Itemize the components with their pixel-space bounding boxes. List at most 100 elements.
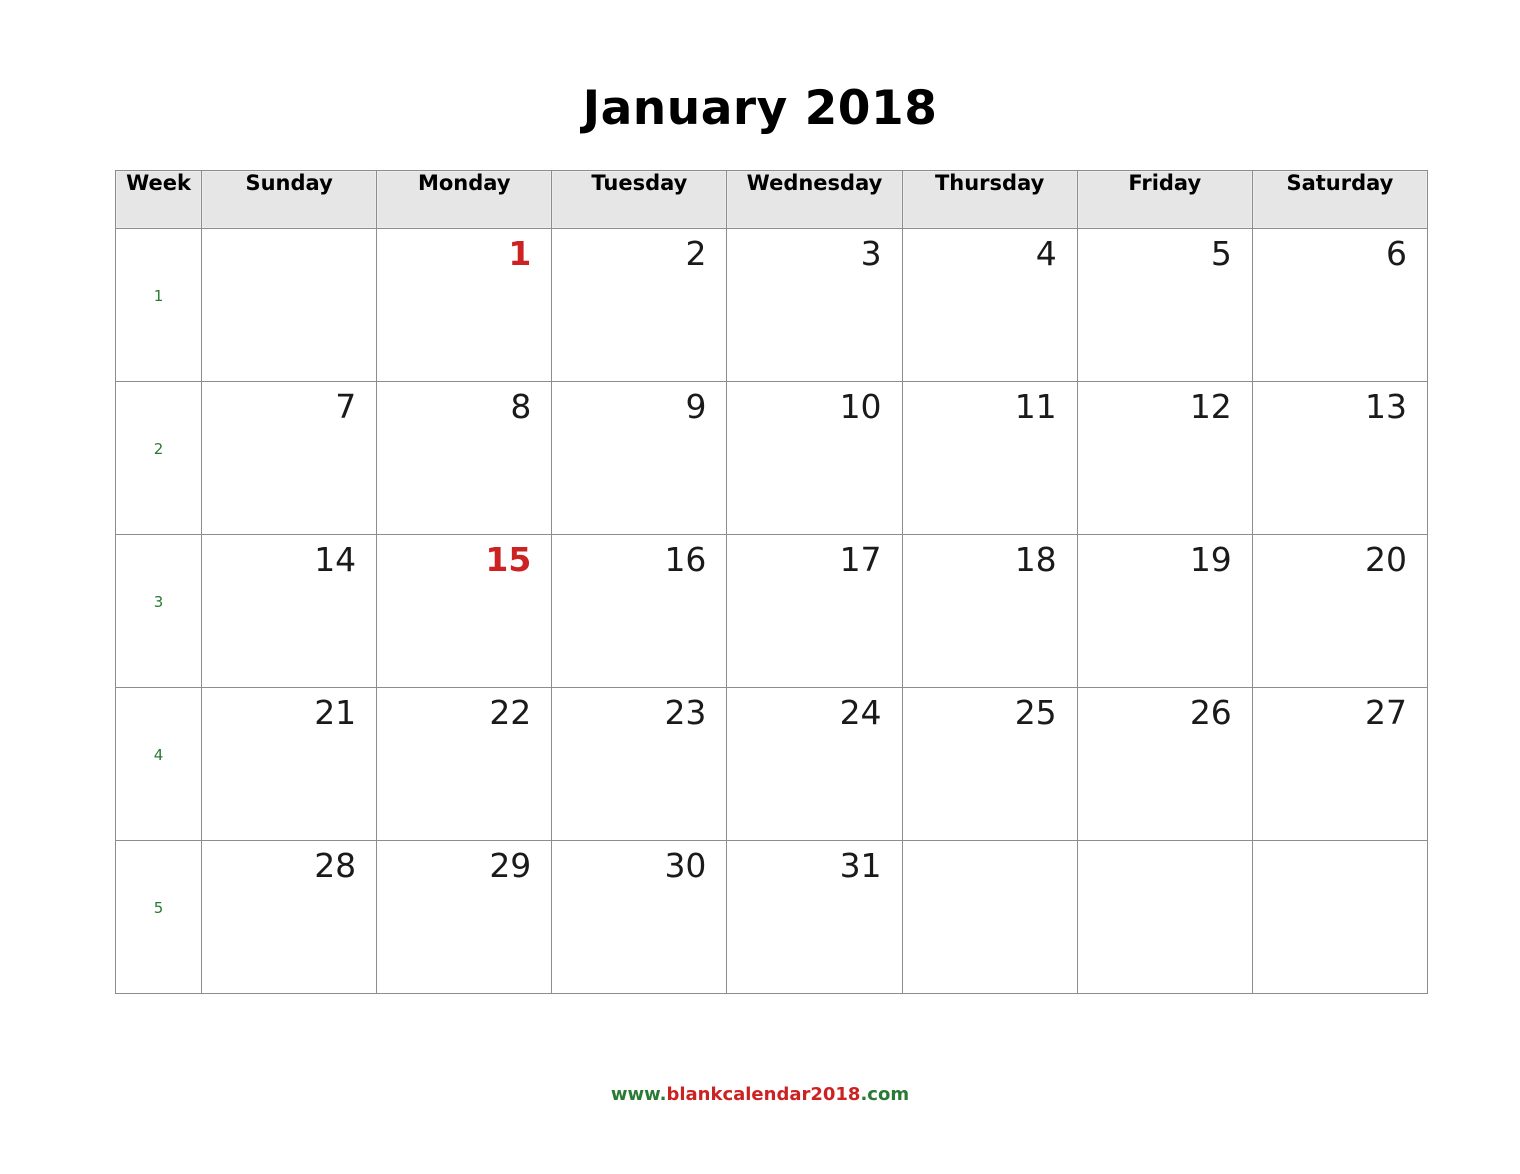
day-number: 13	[1365, 387, 1407, 426]
page-title: January 2018	[582, 81, 938, 136]
column-header-saturday: Saturday	[1251, 170, 1429, 229]
day-cell[interactable]: 11	[901, 381, 1078, 535]
day-number: 23	[664, 693, 707, 732]
day-cell[interactable]: 9	[551, 381, 728, 535]
day-number: 27	[1365, 693, 1407, 732]
day-cell[interactable]: 24	[726, 687, 903, 841]
footer-suffix: .com	[860, 1084, 910, 1105]
column-header-wednesday: Wednesday	[726, 170, 903, 229]
day-cell[interactable]: 3	[726, 228, 903, 382]
day-cell[interactable]: 8	[376, 381, 553, 535]
day-cell[interactable]	[901, 840, 1078, 994]
day-number: 9	[685, 387, 707, 426]
week-number: 3	[153, 593, 164, 611]
day-number: 2	[685, 234, 707, 273]
day-number: 18	[1014, 540, 1057, 579]
calendar-body: 1 1 2 3 4 5 6 2 7 8 9 10 11 12 13 3 14 15 16 17 18 19 20 4 21 22 2…	[114, 228, 1429, 994]
day-number	[1253, 841, 1427, 847]
day-cell[interactable]: 21	[201, 687, 378, 841]
day-cell[interactable]: 30	[551, 840, 728, 994]
column-header-thursday: Thursday	[901, 170, 1078, 229]
day-number: 3	[860, 234, 882, 273]
day-cell[interactable]: 7	[201, 381, 378, 535]
day-number: 5	[1210, 234, 1232, 273]
day-number	[202, 229, 376, 235]
day-number: 6	[1386, 234, 1407, 273]
day-number: 14	[314, 540, 357, 579]
day-cell[interactable]: 27	[1251, 687, 1429, 841]
day-cell[interactable]: 22	[376, 687, 553, 841]
column-header-tuesday: Tuesday	[551, 170, 728, 229]
day-number: 24	[839, 693, 882, 732]
week-number: 4	[153, 746, 164, 764]
day-number: 22	[489, 693, 532, 732]
calendar-header-row: Week Sunday Monday Tuesday Wednesday Thursday…	[114, 170, 1429, 229]
day-number: 7	[335, 387, 357, 426]
week-number-cell: 4	[114, 687, 203, 841]
calendar-table-wrapper: Week Sunday Monday Tuesday Wednesday Thursday…	[114, 170, 1429, 994]
day-cell[interactable]: 12	[1076, 381, 1253, 535]
day-cell[interactable]: 4	[901, 228, 1078, 382]
week-number-cell: 1	[114, 228, 203, 382]
day-cell[interactable]: 20	[1251, 534, 1429, 688]
footer-prefix: www.	[610, 1084, 667, 1105]
day-number: 12	[1189, 387, 1232, 426]
day-number: 10	[839, 387, 882, 426]
day-cell[interactable]: 25	[901, 687, 1078, 841]
day-number: 28	[314, 846, 357, 885]
day-cell[interactable]	[1251, 840, 1429, 994]
day-number: 29	[489, 846, 532, 885]
day-cell[interactable]: 13	[1251, 381, 1429, 535]
day-cell[interactable]: 18	[901, 534, 1078, 688]
day-number	[903, 841, 1077, 847]
day-cell[interactable]: 5	[1076, 228, 1253, 382]
week-number-cell: 2	[114, 381, 203, 535]
week-number-cell: 5	[114, 840, 203, 994]
day-cell[interactable]: 14	[201, 534, 378, 688]
day-number: 8	[510, 387, 532, 426]
day-cell[interactable]: 23	[551, 687, 728, 841]
day-number: 19	[1189, 540, 1232, 579]
calendar-page: January 2018 Week Sunday Monday Tuesday Wedn…	[0, 0, 1520, 1174]
day-number: 30	[664, 846, 707, 885]
calendar-week-row: 4 21 22 23 24 25 26 27	[114, 687, 1429, 841]
footer-domain: blankcalendar2018	[666, 1084, 861, 1105]
day-number: 16	[664, 540, 707, 579]
calendar-week-row: 2 7 8 9 10 11 12 13	[114, 381, 1429, 535]
day-cell[interactable]: 28	[201, 840, 378, 994]
day-number: 21	[314, 693, 357, 732]
day-cell[interactable]: 10	[726, 381, 903, 535]
calendar-week-row: 3 14 15 16 17 18 19 20	[114, 534, 1429, 688]
day-cell[interactable]: 26	[1076, 687, 1253, 841]
footer-site-link[interactable]: www.blankcalendar2018.com	[0, 1084, 1520, 1106]
calendar-week-row: 5 28 29 30 31	[114, 840, 1429, 994]
day-cell[interactable]: 19	[1076, 534, 1253, 688]
column-header-monday: Monday	[376, 170, 553, 229]
day-number: 31	[839, 846, 882, 885]
column-header-week: Week	[114, 170, 203, 229]
day-cell[interactable]: 31	[726, 840, 903, 994]
day-cell[interactable]	[1076, 840, 1253, 994]
day-cell[interactable]: 6	[1251, 228, 1429, 382]
day-number: 4	[1035, 234, 1057, 273]
column-header-friday: Friday	[1076, 170, 1253, 229]
week-number-cell: 3	[114, 534, 203, 688]
week-number: 1	[153, 287, 164, 305]
day-cell[interactable]: 17	[726, 534, 903, 688]
week-number: 2	[153, 440, 164, 458]
day-number	[1078, 841, 1252, 847]
day-cell[interactable]: 1	[376, 228, 553, 382]
day-number-holiday: 15	[485, 540, 532, 579]
day-number-holiday: 1	[508, 234, 532, 273]
week-number: 5	[153, 899, 164, 917]
day-cell[interactable]: 16	[551, 534, 728, 688]
day-cell[interactable]: 2	[551, 228, 728, 382]
day-cell[interactable]	[201, 228, 378, 382]
day-number: 25	[1014, 693, 1057, 732]
day-cell[interactable]: 29	[376, 840, 553, 994]
day-number: 20	[1365, 540, 1407, 579]
day-cell[interactable]: 15	[376, 534, 553, 688]
day-number: 26	[1189, 693, 1232, 732]
day-number: 17	[839, 540, 882, 579]
calendar-week-row: 1 1 2 3 4 5 6	[114, 228, 1429, 382]
